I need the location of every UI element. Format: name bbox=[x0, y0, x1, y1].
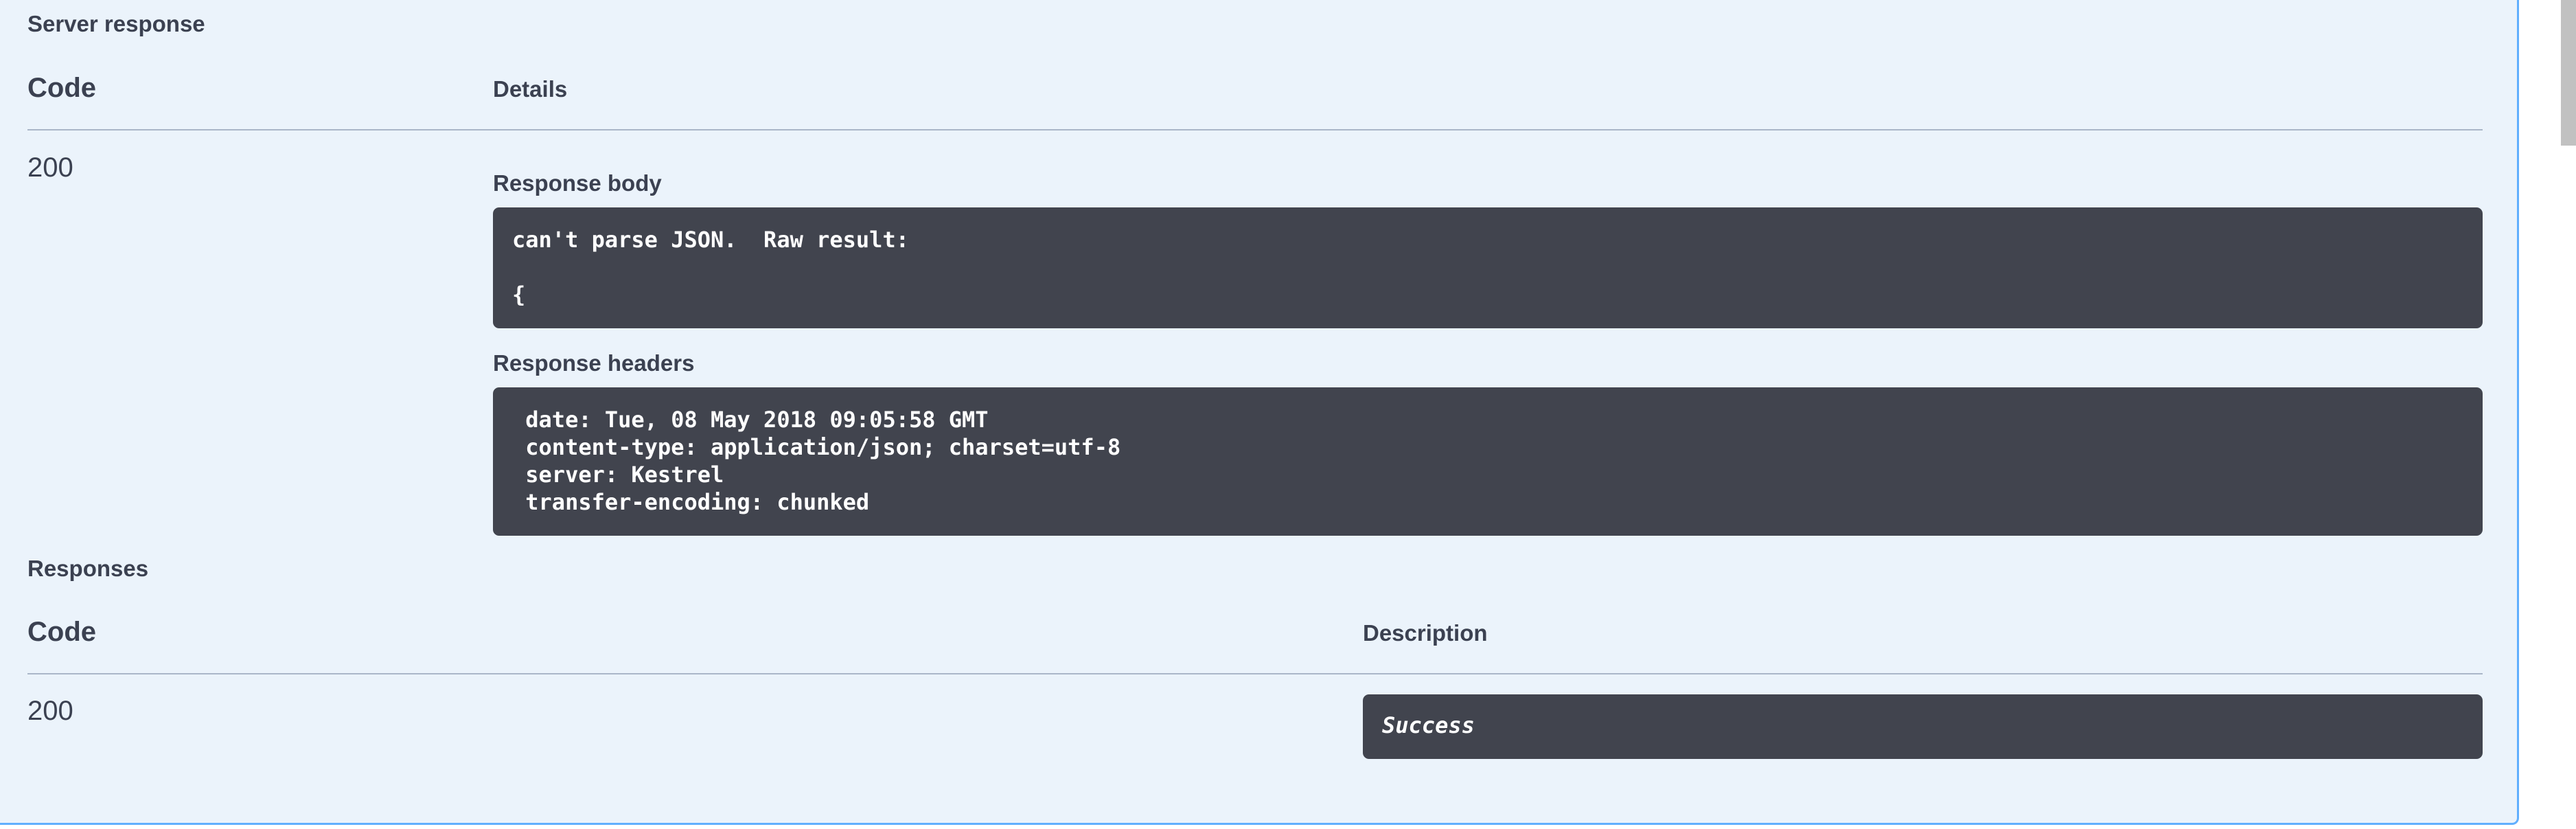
response-body-line: can't parse JSON. Raw result: bbox=[512, 227, 909, 253]
scrollbar-thumb[interactable] bbox=[2561, 0, 2576, 146]
response-header-line: content-type: application/json; charset=… bbox=[512, 434, 1121, 460]
server-response-code: 200 bbox=[27, 152, 73, 183]
responses-title: Responses bbox=[27, 556, 149, 581]
response-headers-label: Response headers bbox=[493, 350, 695, 376]
responses-code-header: Code bbox=[27, 617, 96, 647]
responses-description-header: Description bbox=[1363, 620, 1488, 646]
response-description: Success bbox=[1382, 712, 1475, 738]
response-description-box: Success bbox=[1363, 694, 2483, 759]
response-body-box[interactable]: can't parse JSON. Raw result: { bbox=[493, 207, 2483, 328]
server-response-code-header: Code bbox=[27, 73, 96, 103]
response-body-line: { bbox=[512, 282, 526, 308]
responses-code: 200 bbox=[27, 696, 73, 726]
server-response-divider bbox=[27, 129, 2483, 130]
response-header-line: date: Tue, 08 May 2018 09:05:58 GMT bbox=[512, 407, 989, 433]
responses-divider bbox=[27, 673, 2483, 674]
server-response-title: Server response bbox=[27, 11, 205, 36]
server-response-details-header: Details bbox=[493, 76, 568, 102]
response-body-label: Response body bbox=[493, 170, 662, 196]
response-header-line: server: Kestrel bbox=[512, 462, 724, 488]
response-headers-box[interactable]: date: Tue, 08 May 2018 09:05:58 GMT cont… bbox=[493, 387, 2483, 536]
response-header-line: transfer-encoding: chunked bbox=[512, 489, 870, 515]
